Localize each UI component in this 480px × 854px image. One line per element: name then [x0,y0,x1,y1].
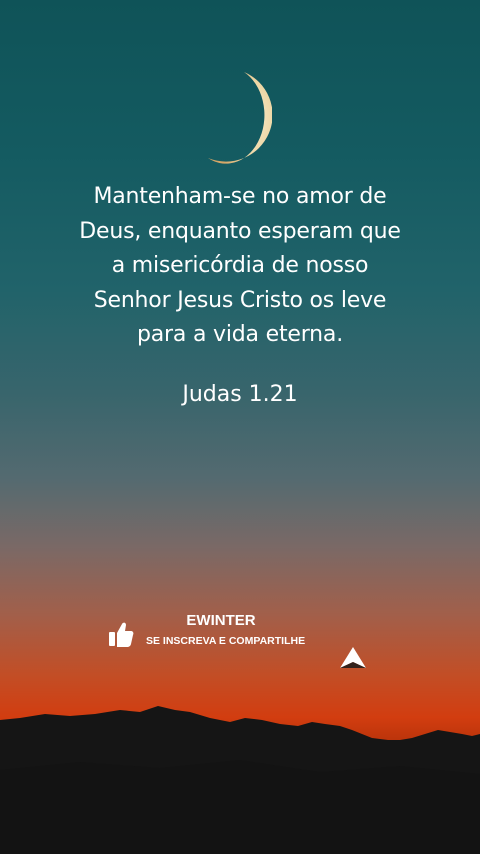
verse-line: para a vida eterna. [137,322,343,347]
thumbs-up-icon [109,622,134,647]
mountain-silhouette [0,706,480,854]
arrow-logo-icon [340,647,366,668]
verse-line: Mantenham-se no amor de [93,184,387,209]
crescent-moon [208,72,272,164]
channel-name: EWINTER [186,612,256,629]
verse-line: Senhor Jesus Cristo os leve [93,287,387,313]
channel-branding[interactable]: EWINTER SE INSCREVA E COMPARTILHE [108,612,328,652]
verse-text: Mantenham-se no amor de Deus, enquanto e… [40,180,440,353]
background-scene: Mantenham-se no amor de Deus, enquanto e… [0,0,480,854]
verse-reference: Judas 1.21 [182,382,298,407]
verse-line: a misericórdia de nosso [111,253,369,278]
channel-tagline: SE INSCREVA E COMPARTILHE [146,635,306,647]
verse-line: Deus, enquanto esperam que [79,218,401,244]
